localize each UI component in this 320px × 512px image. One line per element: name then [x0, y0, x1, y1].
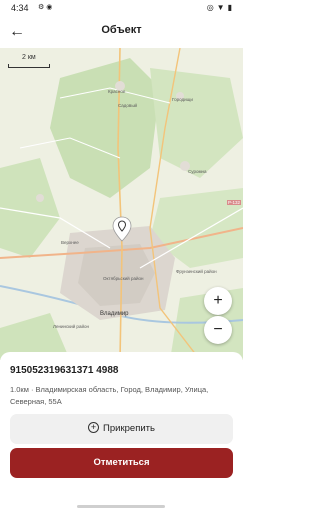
page-title: Объект — [101, 24, 142, 36]
attach-label: Прикрепить — [103, 423, 155, 434]
battery-icon: ▮ — [227, 3, 235, 12]
status-left-icons: ⚙◉ — [38, 3, 54, 11]
scale-label: 2 км — [22, 54, 36, 61]
map-label: Садовый — [118, 103, 138, 108]
map-label: Октябрьский район — [103, 276, 144, 281]
map-label: Верхнее — [61, 240, 79, 245]
object-id: 915052319631371 4988 — [10, 365, 119, 376]
status-bar: 4:34 ⚙◉ ◎▼▮ — [0, 0, 243, 16]
map-label: Красное — [108, 89, 126, 94]
scale-line — [8, 64, 50, 68]
map-label: Суромна — [188, 169, 207, 174]
wifi-icon: ▼ — [216, 3, 228, 12]
map-scale: 2 км — [8, 54, 50, 68]
map-pin-icon[interactable] — [112, 216, 132, 242]
road-shield: P-132 — [227, 200, 242, 205]
location-icon: ◎ — [206, 3, 217, 12]
object-info-panel: 915052319631371 4988 1.0км · Владимирска… — [0, 352, 243, 512]
home-indicator — [77, 505, 165, 508]
zoom-out-button[interactable]: − — [204, 316, 232, 344]
status-time: 4:34 — [11, 3, 29, 13]
map-label: Фрунзенский район — [176, 269, 217, 274]
map-label-city: Владимир — [100, 311, 129, 317]
checkin-button[interactable]: Отметиться — [10, 448, 233, 478]
plus-circle-icon: + — [88, 421, 100, 433]
record-icon: ◉ — [46, 4, 55, 11]
app-bar: ← Объект — [0, 16, 243, 48]
map-label: Городищи — [172, 97, 193, 102]
map-view[interactable]: 2 км Красное Садовый Городищи Суромна Ве… — [0, 48, 243, 360]
map-label: Ленинский район — [53, 324, 89, 329]
object-address: 1.0км · Владимирская область, Город, Вла… — [10, 385, 209, 406]
zoom-in-button[interactable]: + — [204, 287, 232, 315]
status-right-icons: ◎▼▮ — [207, 3, 235, 12]
attach-button[interactable]: + Прикрепить — [10, 414, 233, 444]
